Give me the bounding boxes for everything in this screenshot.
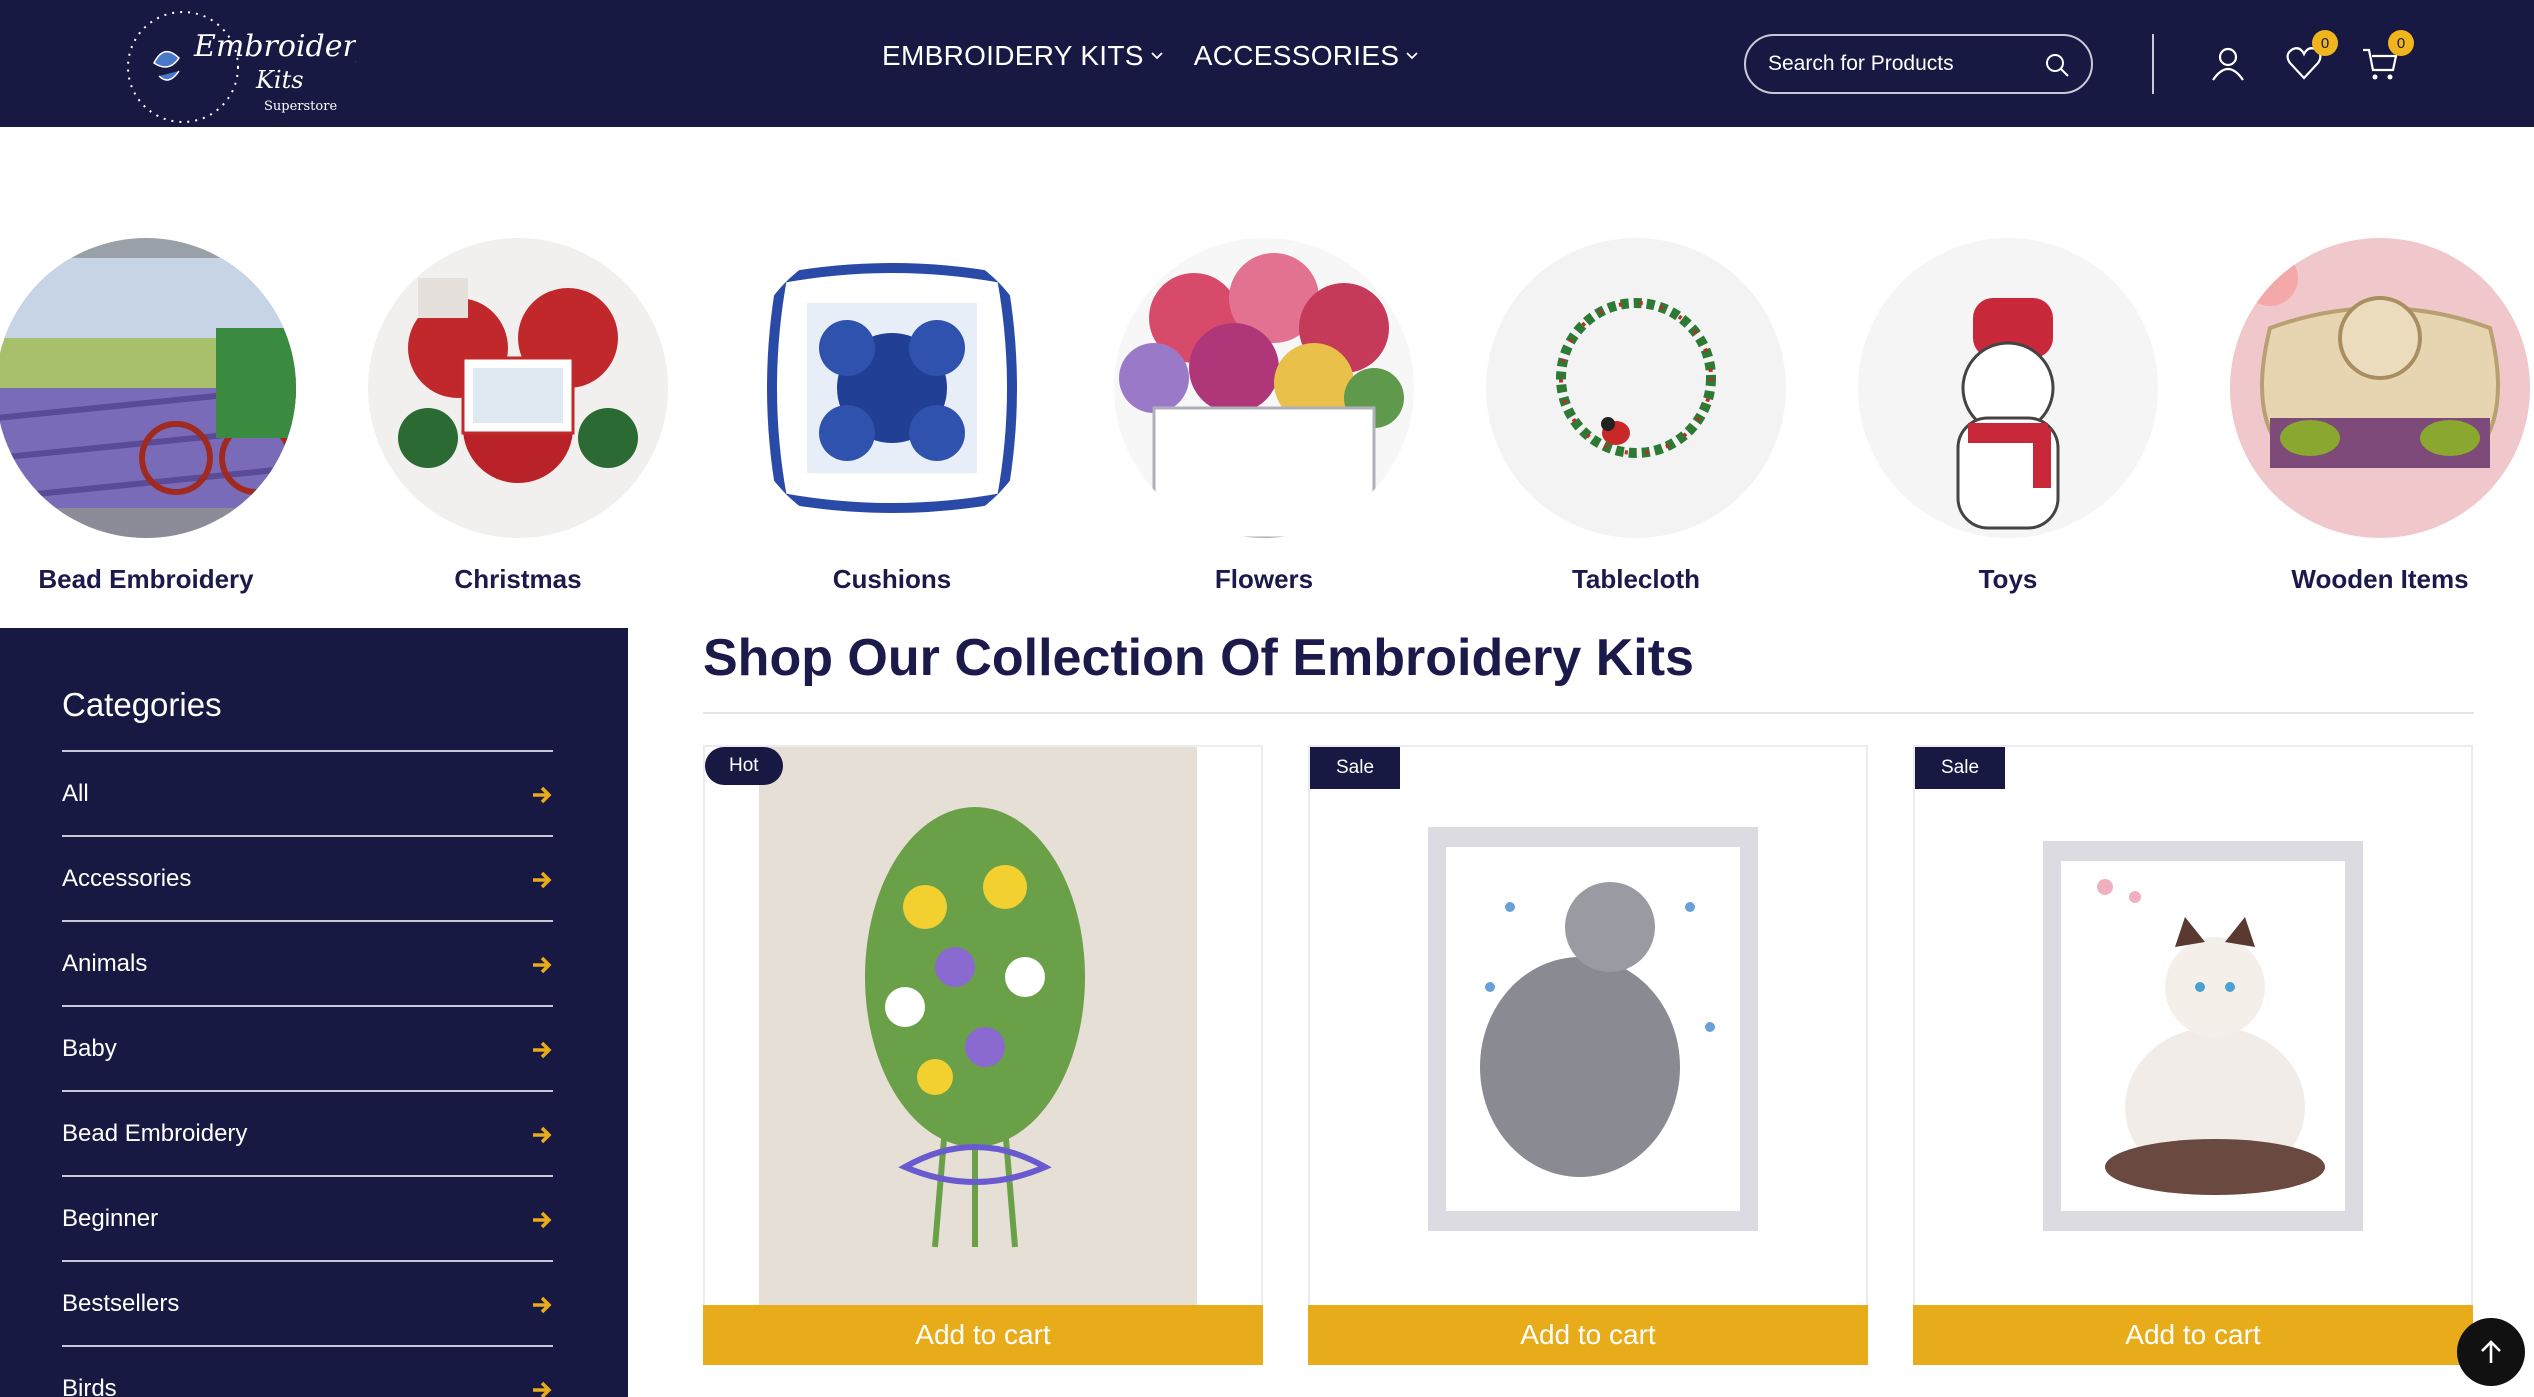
logo-line3: Superstore [264, 99, 337, 114]
category-bead-embroidery[interactable]: Bead Embroidery [0, 238, 296, 594]
sidebar-item-label: Accessories [62, 864, 192, 892]
wishlist-icon[interactable]: 0 [2284, 30, 2338, 84]
nav-accessories-label: ACCESSORIES [1193, 40, 1400, 71]
product-card[interactable]: Hot Add to cart [703, 745, 1263, 1365]
sidebar-item-baby[interactable]: Baby [62, 1005, 553, 1090]
category-label: Wooden Items [2291, 564, 2469, 594]
sidebar-item-beginner[interactable]: Beginner [62, 1175, 553, 1260]
category-cushions[interactable]: Cushions [742, 238, 1042, 594]
flowers-image [1114, 238, 1414, 538]
sidebar-item-bestsellers[interactable]: Bestsellers [62, 1260, 553, 1345]
arrow-right-icon [533, 786, 552, 804]
category-tablecloth[interactable]: Tablecloth [1486, 238, 1786, 594]
sidebar-item-label: Bestsellers [62, 1289, 180, 1317]
sidebar-item-label: All [62, 779, 89, 807]
page: Embroidery Kits Superstore EMBROIDERY KI… [0, 0, 2534, 1397]
sale-badge: Sale [1310, 747, 1401, 789]
hot-badge: Hot [705, 747, 783, 785]
cushions-image [742, 238, 1042, 538]
chevron-down-icon [1406, 52, 1418, 60]
site-header: Embroidery Kits Superstore EMBROIDERY KI… [0, 0, 2534, 127]
category-label: Christmas [454, 564, 582, 594]
arrow-right-icon [533, 871, 552, 889]
wishlist-count-badge: 0 [2312, 30, 2338, 56]
cart-count-badge: 0 [2388, 30, 2414, 56]
sidebar-item-label: Animals [62, 949, 148, 977]
search-box [1744, 34, 2093, 94]
category-label: Toys [1978, 564, 2038, 594]
chevron-down-icon [1151, 52, 1163, 60]
product-image[interactable] [1915, 747, 2471, 1305]
product-image[interactable] [1310, 747, 1866, 1305]
arrow-right-icon [533, 956, 552, 974]
sidebar-item-bead-embroidery[interactable]: Bead Embroidery [62, 1090, 553, 1175]
wooden-items-image [2230, 238, 2530, 538]
sidebar-item-label: Beginner [62, 1204, 159, 1232]
sidebar-item-accessories[interactable]: Accessories [62, 835, 553, 920]
category-toys[interactable]: Toys [1858, 238, 2158, 594]
sale-badge: Sale [1915, 747, 2006, 789]
search-icon[interactable] [2043, 51, 2071, 84]
search-input[interactable] [1768, 52, 2028, 76]
back-to-top-button[interactable] [2457, 1318, 2525, 1386]
add-to-cart-button[interactable]: Add to cart [1913, 1305, 2473, 1365]
sidebar-item-label: Birds [62, 1374, 117, 1397]
category-label: Tablecloth [1571, 564, 1701, 594]
logo[interactable]: Embroidery Kits Superstore [124, 8, 375, 126]
product-card[interactable]: Sale Add to cart [1913, 745, 2473, 1365]
sidebar-title: Categories [62, 686, 222, 723]
arrow-right-icon [533, 1296, 552, 1314]
sidebar-item-label: Baby [62, 1034, 117, 1062]
nav-embroidery-kits-label: EMBROIDERY KITS [882, 40, 1144, 71]
category-flowers[interactable]: Flowers [1114, 238, 1414, 594]
tablecloth-image [1486, 238, 1786, 538]
product-card[interactable]: Sale Add to cart [1308, 745, 1868, 1365]
bead-embroidery-image [0, 238, 296, 538]
arrow-right-icon [533, 1041, 552, 1059]
category-label: Bead Embroidery [38, 564, 254, 594]
account-icon[interactable] [2208, 44, 2248, 84]
toys-image [1858, 238, 2158, 538]
arrow-up-icon [2481, 1340, 2501, 1363]
christmas-image [368, 238, 668, 538]
add-to-cart-button[interactable]: Add to cart [703, 1305, 1263, 1365]
category-wooden-items[interactable]: Wooden Items [2230, 238, 2530, 594]
category-label: Cushions [832, 564, 952, 594]
sidebar-list: All Accessories Animals Baby Bead Embroi… [62, 750, 553, 1397]
title-divider [703, 712, 2474, 714]
category-christmas[interactable]: Christmas [368, 238, 668, 594]
arrow-right-icon [533, 1211, 552, 1229]
header-divider [2152, 34, 2154, 94]
arrow-right-icon [533, 1381, 552, 1397]
page-title: Shop Our Collection Of Embroidery Kits [703, 629, 1694, 687]
category-label: Flowers [1214, 564, 1314, 594]
cart-icon[interactable]: 0 [2360, 30, 2414, 84]
category-carousel: Bead Embroidery Christmas Cushions Flowe… [0, 238, 2534, 608]
logo-line1: Embroidery [193, 29, 356, 64]
product-image[interactable] [705, 747, 1261, 1305]
sidebar-item-label: Bead Embroidery [62, 1119, 248, 1147]
categories-sidebar: Categories All Accessories Animals Baby … [0, 628, 628, 1397]
add-to-cart-button[interactable]: Add to cart [1308, 1305, 1868, 1365]
arrow-right-icon [533, 1126, 552, 1144]
logo-line2: Kits [255, 66, 304, 94]
sidebar-item-all[interactable]: All [62, 750, 553, 835]
sidebar-item-birds[interactable]: Birds [62, 1345, 553, 1397]
nav-embroidery-kits[interactable]: EMBROIDERY KITS [882, 40, 1164, 72]
sidebar-item-animals[interactable]: Animals [62, 920, 553, 1005]
nav-accessories[interactable]: ACCESSORIES [1194, 40, 1420, 72]
main-nav: EMBROIDERY KITS ACCESSORIES [882, 40, 1419, 72]
